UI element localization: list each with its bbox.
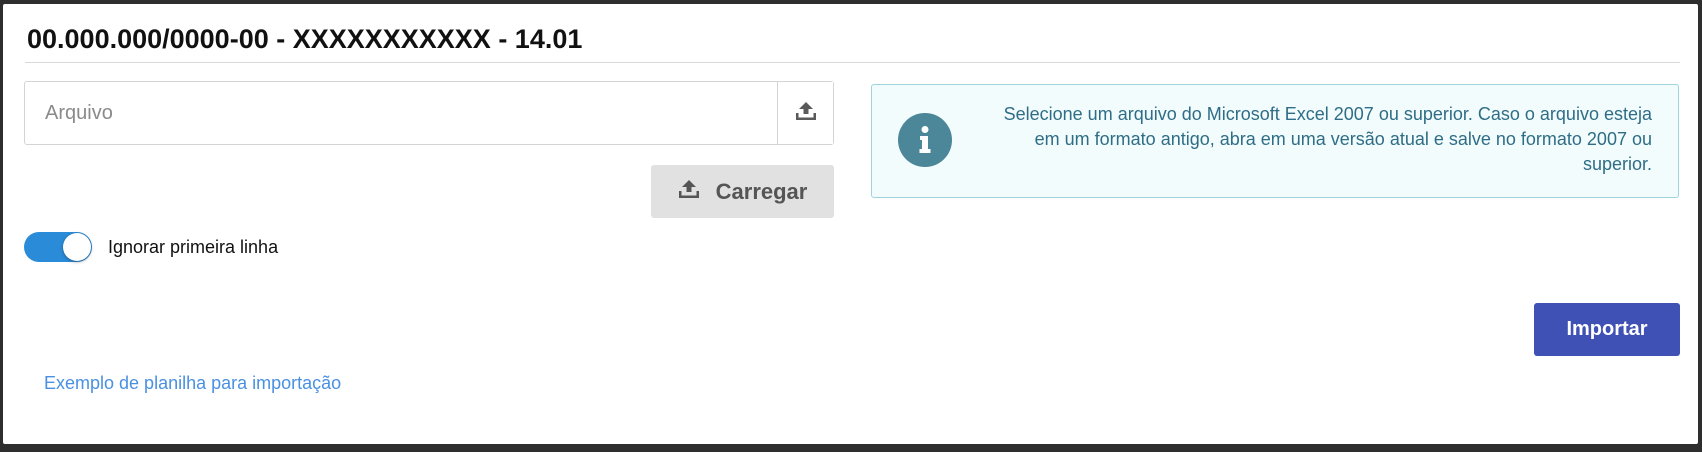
- import-button[interactable]: Importar: [1534, 303, 1680, 356]
- load-button[interactable]: Carregar: [651, 165, 834, 218]
- browse-file-button[interactable]: [777, 82, 833, 144]
- file-input[interactable]: [25, 82, 778, 144]
- file-input-group: [24, 81, 834, 145]
- import-dialog: 00.000.000/0000-00 - XXXXXXXXXXX - 14.01…: [3, 4, 1698, 444]
- dialog-title: 00.000.000/0000-00 - XXXXXXXXXXX - 14.01: [27, 24, 583, 54]
- title-divider: [25, 62, 1680, 63]
- toggle-knob: [63, 233, 91, 261]
- toggle-label: Ignorar primeira linha: [108, 236, 279, 257]
- info-icon: [898, 113, 952, 167]
- info-text: Selecione um arquivo do Microsoft Excel …: [1003, 104, 1652, 174]
- ignore-first-line-toggle[interactable]: [24, 232, 92, 262]
- example-spreadsheet-link[interactable]: Exemplo de planilha para importação: [44, 373, 341, 394]
- ignore-first-line-row: Ignorar primeira linha: [24, 232, 278, 262]
- load-button-label: Carregar: [715, 178, 808, 204]
- info-alert: Selecione um arquivo do Microsoft Excel …: [871, 84, 1679, 198]
- upload-icon: [678, 179, 700, 205]
- upload-icon: [795, 101, 817, 126]
